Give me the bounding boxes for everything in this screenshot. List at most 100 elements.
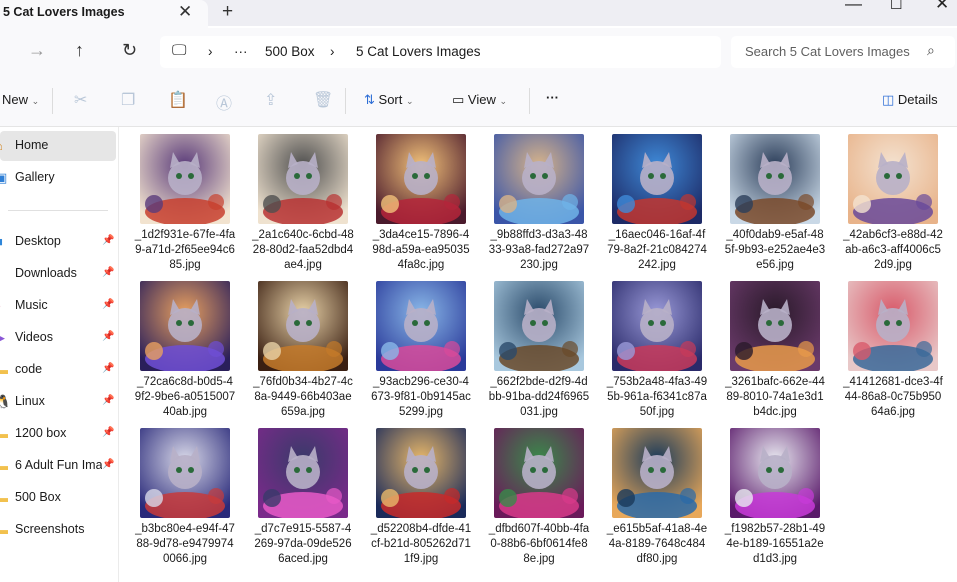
file-item[interactable]: _f1982b57-28b1-494e-b189-16551a2ed1d3.jp… bbox=[710, 421, 825, 567]
search-icon[interactable]: ⌕ bbox=[927, 42, 935, 59]
share-icon[interactable]: ⇪ bbox=[264, 90, 277, 110]
file-item[interactable]: _3da4ce15-7896-498d-a59a-ea950354fa8c.jp… bbox=[356, 127, 470, 273]
minimize-icon[interactable]: — bbox=[845, 0, 862, 14]
sidebar-item-gallery[interactable]: ▣ Gallery bbox=[0, 163, 116, 193]
file-item[interactable]: _d52208b4-dfde-41cf-b21d-805262d711f9.jp… bbox=[356, 421, 471, 567]
image-thumbnail[interactable] bbox=[612, 281, 702, 371]
file-item[interactable]: _16aec046-16af-4f79-8a2f-21c084274242.jp… bbox=[592, 127, 707, 273]
image-thumbnail[interactable] bbox=[612, 428, 702, 518]
breadcrumb[interactable]: 🖵 › ··· 500 Box › 5 Cat Lovers Images bbox=[160, 36, 721, 68]
file-item[interactable]: _662f2bde-d2f9-4dbb-91ba-dd24f6965031.jp… bbox=[474, 274, 589, 420]
title-bar: 5 Cat Lovers Images ✕ + — ☐ ✕ bbox=[0, 0, 957, 28]
file-item[interactable]: _753b2a48-4fa3-495b-961a-f6341c87a50f.jp… bbox=[592, 274, 707, 420]
sidebar-item-label: Videos bbox=[15, 330, 53, 344]
file-item[interactable]: _76fd0b34-4b27-4c8a-9449-66b403ae659a.jp… bbox=[238, 274, 353, 420]
image-thumbnail[interactable] bbox=[730, 134, 820, 224]
file-grid: _1d2f931e-67fe-4fa9-a71d-2f65ee94c685.jp… bbox=[119, 127, 957, 582]
sidebar-item-1200-box[interactable]: ▬ 1200 box 📌 bbox=[0, 419, 116, 449]
file-item[interactable]: _e615b5af-41a8-4e4a-8189-7648c484df80.jp… bbox=[592, 421, 707, 567]
file-item[interactable]: _42ab6cf3-e88d-42ab-a6c3-aff4006c52d9.jp… bbox=[828, 127, 943, 273]
pin-icon[interactable]: 📌 bbox=[102, 235, 114, 246]
maximize-icon[interactable]: ☐ bbox=[890, 0, 903, 13]
image-thumbnail[interactable] bbox=[376, 281, 466, 371]
plus-icon[interactable]: + bbox=[222, 1, 233, 23]
sidebar-item-6-adult-fun-ima[interactable]: ▬ 6 Adult Fun Ima 📌 bbox=[0, 451, 116, 481]
sidebar-item-code[interactable]: ▬ code 📌 bbox=[0, 355, 116, 385]
sidebar-item-home[interactable]: ⌂ Home bbox=[0, 131, 116, 161]
folder-icon: ▬ bbox=[0, 362, 8, 377]
sidebar-item-videos[interactable]: ▶ Videos 📌 bbox=[0, 323, 116, 353]
file-name: _76fd0b34-4b27-4c8a-9449-66b403ae659a.jp… bbox=[253, 376, 353, 418]
window-tab[interactable]: 5 Cat Lovers Images ✕ bbox=[0, 0, 208, 28]
breadcrumb-item[interactable]: 500 Box bbox=[265, 44, 315, 59]
download-icon: ↓ bbox=[0, 266, 2, 281]
file-item[interactable]: _b3bc80e4-e94f-4788-9d78-e94799740066.jp… bbox=[120, 421, 235, 567]
image-thumbnail[interactable] bbox=[848, 281, 938, 371]
pin-icon[interactable]: 📌 bbox=[102, 427, 114, 438]
image-thumbnail[interactable] bbox=[730, 281, 820, 371]
image-thumbnail[interactable] bbox=[258, 281, 348, 371]
file-item[interactable]: _41412681-dce3-4f44-86a8-0c75b95064a6.jp… bbox=[828, 274, 943, 420]
sidebar-item-500-box[interactable]: ▬ 500 Box bbox=[0, 483, 116, 513]
image-thumbnail[interactable] bbox=[258, 134, 348, 224]
close-icon[interactable]: ✕ bbox=[178, 2, 192, 22]
image-thumbnail[interactable] bbox=[494, 134, 584, 224]
image-thumbnail[interactable] bbox=[848, 134, 938, 224]
pin-icon[interactable]: 📌 bbox=[102, 363, 114, 374]
divider bbox=[529, 88, 530, 114]
file-item[interactable]: _93acb296-ce30-4673-9f81-0b9145ac5299.jp… bbox=[356, 274, 471, 420]
file-item[interactable]: _3261bafc-662e-4489-8010-74a1e3d1b4dc.jp… bbox=[710, 274, 825, 420]
sidebar-item-label: Gallery bbox=[15, 170, 55, 184]
chevron-down-icon: ⌄ bbox=[31, 96, 40, 106]
file-item[interactable]: _40f0dab9-e5af-485f-9b93-e252ae4e3e56.jp… bbox=[710, 127, 825, 273]
search-input[interactable]: Search 5 Cat Lovers Images ⌕ bbox=[731, 36, 955, 68]
image-thumbnail[interactable] bbox=[140, 281, 230, 371]
image-thumbnail[interactable] bbox=[140, 134, 230, 224]
linux-icon: 🐧 bbox=[0, 394, 12, 409]
details-button[interactable]: ◫ Details bbox=[882, 92, 938, 108]
copy-icon[interactable]: ❐ bbox=[121, 90, 135, 110]
breadcrumb-overflow[interactable]: ··· bbox=[234, 44, 248, 59]
breadcrumb-item[interactable]: 5 Cat Lovers Images bbox=[356, 44, 481, 59]
refresh-icon[interactable]: ↻ bbox=[122, 40, 137, 61]
file-item[interactable]: _9b88ffd3-d3a3-4833-93a8-fad272a97230.jp… bbox=[474, 127, 589, 273]
file-item[interactable]: _d7c7e915-5587-4269-97da-09de5266aced.jp… bbox=[238, 421, 352, 567]
file-item[interactable]: _2a1c640c-6cbd-4828-80d2-faa52dbd4ae4.jp… bbox=[238, 127, 354, 273]
image-thumbnail[interactable] bbox=[258, 428, 348, 518]
sort-button[interactable]: ⇅ Sort ⌄ bbox=[364, 92, 414, 108]
image-thumbnail[interactable] bbox=[494, 281, 584, 371]
sidebar-item-downloads[interactable]: ↓ Downloads 📌 bbox=[0, 259, 116, 289]
view-button[interactable]: ▭ View ⌄ bbox=[452, 92, 507, 108]
image-thumbnail[interactable] bbox=[376, 134, 466, 224]
sidebar-item-screenshots[interactable]: ▬ Screenshots bbox=[0, 515, 116, 545]
image-thumbnail[interactable] bbox=[612, 134, 702, 224]
up-arrow-icon[interactable]: ↑ bbox=[75, 40, 84, 61]
pin-icon[interactable]: 📌 bbox=[102, 331, 114, 342]
more-options-button[interactable]: ··· bbox=[546, 90, 559, 105]
image-thumbnail[interactable] bbox=[140, 428, 230, 518]
image-thumbnail[interactable] bbox=[376, 428, 466, 518]
file-item[interactable]: _72ca6c8d-b0d5-49f2-9be6-a051500740ab.jp… bbox=[120, 274, 235, 420]
cut-icon[interactable]: ✂ bbox=[74, 90, 87, 110]
image-thumbnail[interactable] bbox=[494, 428, 584, 518]
pin-icon[interactable]: 📌 bbox=[102, 267, 114, 278]
image-thumbnail[interactable] bbox=[730, 428, 820, 518]
file-item[interactable]: _dfbd607f-40bb-4fa0-88b6-6bf0614fe88e.jp… bbox=[474, 421, 589, 567]
sidebar-item-linux[interactable]: 🐧 Linux 📌 bbox=[0, 387, 116, 417]
close-window-icon[interactable]: ✕ bbox=[935, 0, 949, 14]
computer-icon[interactable]: 🖵 bbox=[172, 42, 186, 59]
paste-icon[interactable]: 📋 bbox=[168, 90, 188, 110]
forward-arrow-icon[interactable]: → bbox=[28, 40, 46, 61]
sidebar-item-music[interactable]: ♪ Music 📌 bbox=[0, 291, 116, 321]
pin-icon[interactable]: 📌 bbox=[102, 299, 114, 310]
rename-icon[interactable]: Ⓐ bbox=[216, 90, 232, 114]
desktop-icon: ■ bbox=[0, 234, 3, 249]
file-name: _9b88ffd3-d3a3-4833-93a8-fad272a97230.jp… bbox=[488, 229, 590, 271]
pin-icon[interactable]: 📌 bbox=[102, 459, 114, 470]
sort-icon: ⇅ bbox=[364, 92, 375, 107]
new-button[interactable]: New ⌄ bbox=[2, 92, 39, 107]
pin-icon[interactable]: 📌 bbox=[102, 395, 114, 406]
file-item[interactable]: _1d2f931e-67fe-4fa9-a71d-2f65ee94c685.jp… bbox=[120, 127, 235, 273]
sidebar-item-desktop[interactable]: ■ Desktop 📌 bbox=[0, 227, 116, 257]
delete-icon[interactable]: 🗑 bbox=[313, 90, 333, 110]
